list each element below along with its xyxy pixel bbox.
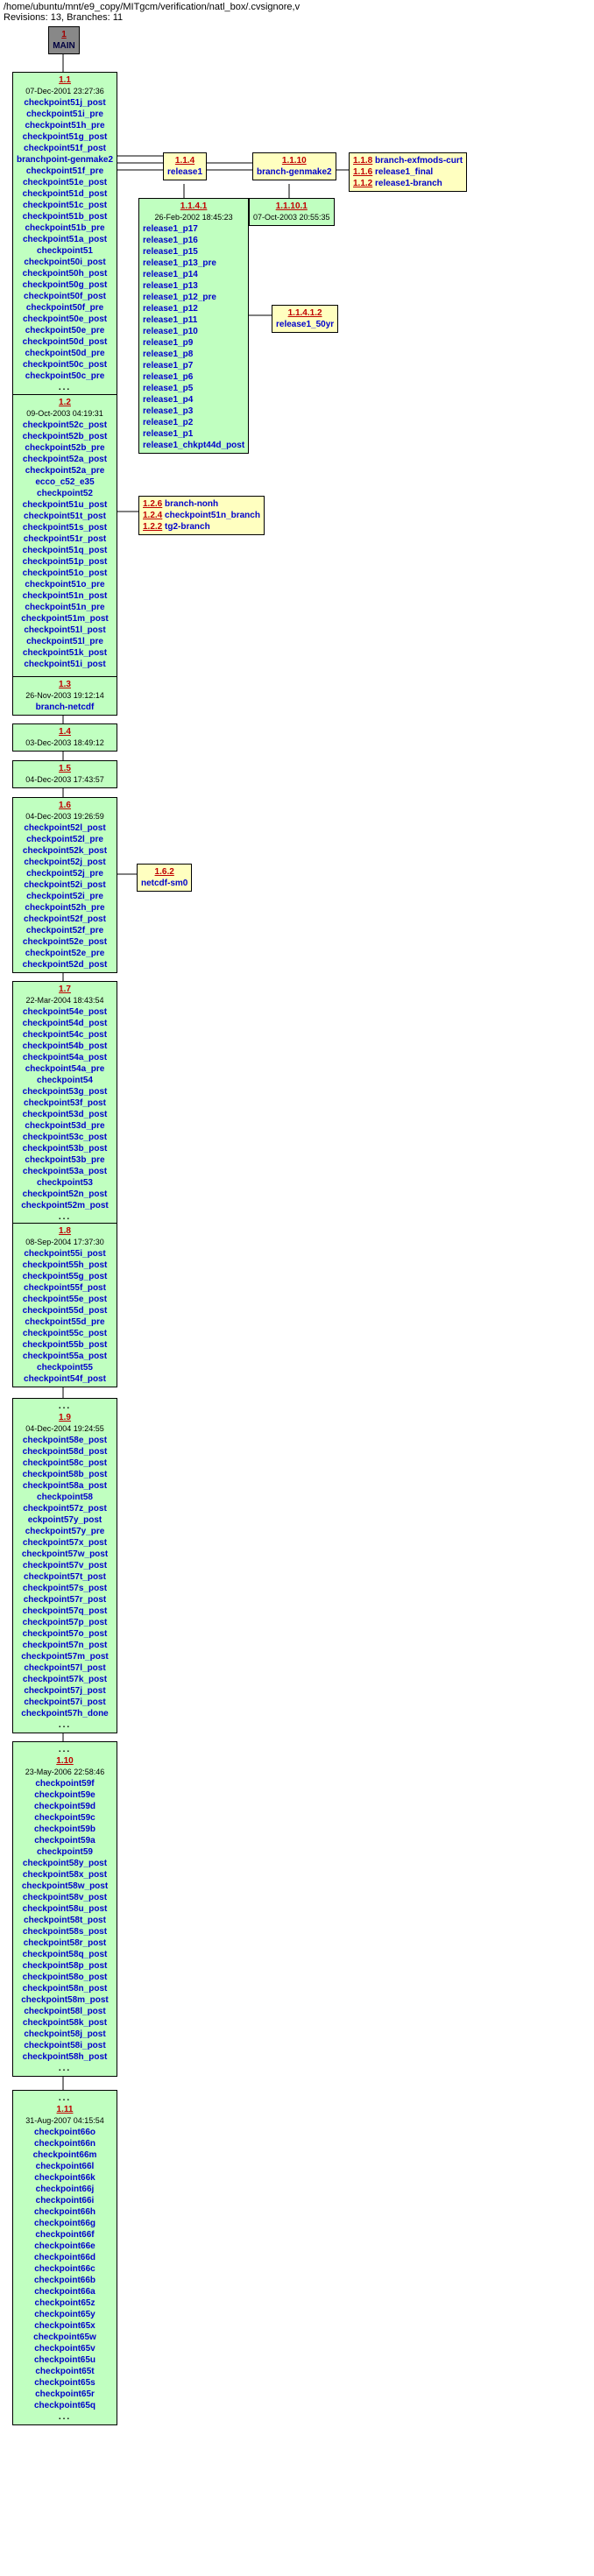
rev-1-7[interactable]: 1.722-Mar-2004 18:43:54checkpoint54e_pos… [12, 981, 117, 1225]
rev-1-11[interactable]: ...1.1131-Aug-2007 04:15:54checkpoint66o… [12, 2090, 117, 2425]
branch-1-2-bundle[interactable]: 1.2.6 branch-nonh1.2.4 checkpoint51n_bra… [138, 496, 265, 535]
rev-1-2[interactable]: 1.209-Oct-2003 04:19:31checkpoint52c_pos… [12, 394, 117, 684]
branch-1-1-bundle[interactable]: 1.1.8 branch-exfmods-curt1.1.6 release1_… [349, 152, 467, 192]
revision-meta: Revisions: 13, Branches: 11 [0, 12, 594, 26]
branch-1-1-4[interactable]: 1.1.4 release1 [163, 152, 207, 180]
rev-1-6[interactable]: 1.604-Dec-2003 19:26:59checkpoint52l_pos… [12, 797, 117, 973]
rev-1-1-4-1[interactable]: 1.1.4.126-Feb-2002 18:45:23release1_p17r… [138, 198, 249, 454]
rev-1-1[interactable]: 1.107-Dec-2001 23:27:36checkpoint51j_pos… [12, 72, 117, 396]
revision-graph: 1 MAIN 1.107-Dec-2001 23:27:36checkpoint… [0, 26, 594, 2566]
file-path: /home/ubuntu/mnt/e9_copy/MITgcm/verifica… [0, 0, 594, 12]
rev-1-5[interactable]: 1.504-Dec-2003 17:43:57 [12, 760, 117, 788]
branch-1-6-2[interactable]: 1.6.2 netcdf-sm0 [137, 864, 192, 892]
rev-1-10[interactable]: ...1.1023-May-2006 22:58:46checkpoint59f… [12, 1741, 117, 2077]
rev-1-1-10-1[interactable]: 1.1.10.1 07-Oct-2003 20:55:35 [249, 198, 335, 226]
rev-1-3[interactable]: 1.326-Nov-2003 19:12:14branch-netcdf [12, 676, 117, 716]
rev-1-4[interactable]: 1.403-Dec-2003 18:49:12 [12, 723, 117, 752]
branch-1-1-10[interactable]: 1.1.10 branch-genmake2 [252, 152, 336, 180]
main-node[interactable]: 1 MAIN [48, 26, 80, 54]
branch-1-1-4-1-2[interactable]: 1.1.4.1.2 release1_50yr [272, 305, 338, 333]
rev-1-8[interactable]: 1.808-Sep-2004 17:37:30checkpoint55i_pos… [12, 1223, 117, 1387]
rev-1-9[interactable]: ...1.904-Dec-2004 19:24:55checkpoint58e_… [12, 1398, 117, 1733]
